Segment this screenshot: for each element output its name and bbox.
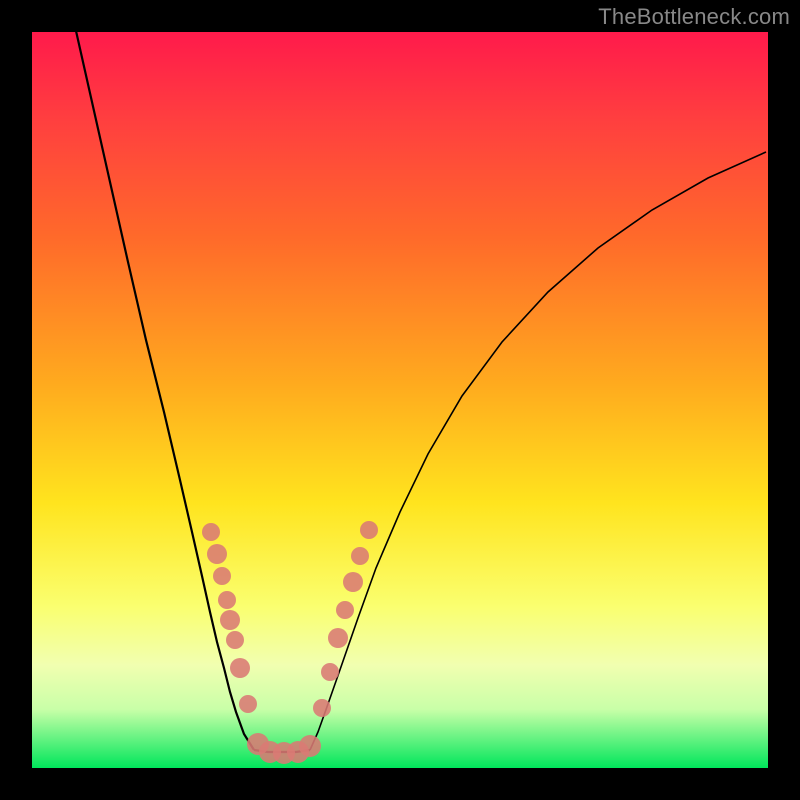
scatter-dot xyxy=(202,523,220,541)
scatter-dot xyxy=(351,547,369,565)
scatter-dot xyxy=(299,735,321,757)
scatter-dot xyxy=(220,610,240,630)
right-curve xyxy=(310,152,766,750)
scatter-dot xyxy=(226,631,244,649)
scatter-dots xyxy=(202,521,378,764)
watermark-text: TheBottleneck.com xyxy=(598,4,790,30)
scatter-dot xyxy=(218,591,236,609)
scatter-dot xyxy=(343,572,363,592)
scatter-dot xyxy=(213,567,231,585)
chart-frame xyxy=(32,32,768,768)
scatter-dot xyxy=(239,695,257,713)
scatter-dot xyxy=(313,699,331,717)
scatter-dot xyxy=(321,663,339,681)
scatter-dot xyxy=(360,521,378,539)
scatter-dot xyxy=(328,628,348,648)
scatter-dot xyxy=(230,658,250,678)
scatter-dot xyxy=(336,601,354,619)
chart-svg xyxy=(32,32,768,768)
scatter-dot xyxy=(207,544,227,564)
